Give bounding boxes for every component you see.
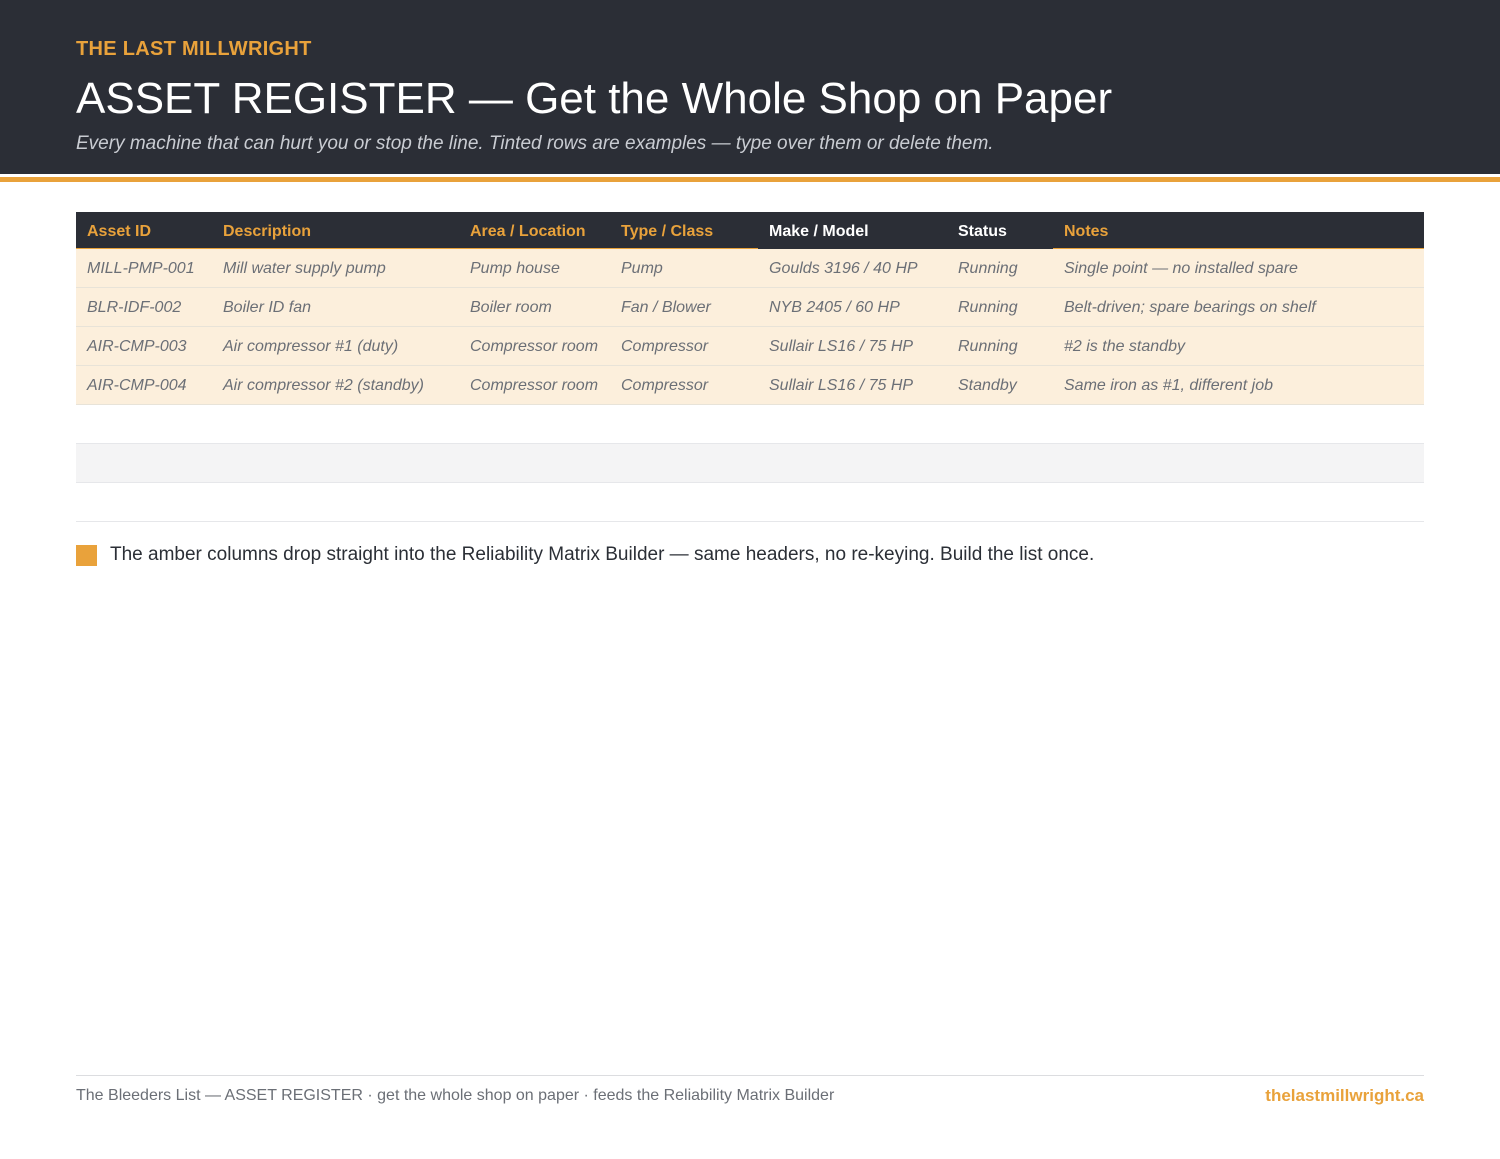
table-cell[interactable]: Running	[958, 288, 1018, 326]
amber-swatch-icon	[76, 545, 97, 566]
table-row[interactable]: MILL-PMP-001 Mill water supply pump Pump h…	[76, 249, 1424, 288]
column-header: Make / Model	[769, 223, 869, 240]
header-divider-amber	[0, 177, 1500, 182]
table-cell[interactable]: Air compressor #1 (duty)	[223, 327, 398, 365]
table-cell[interactable]: Compressor	[621, 366, 708, 404]
table-cell[interactable]: Goulds 3196 / 40 HP	[769, 249, 918, 287]
table-cell[interactable]: Standby	[958, 366, 1017, 404]
column-header: Type / Class	[621, 223, 714, 240]
footer-caption: The Bleeders List — ASSET REGISTER · get…	[76, 1087, 835, 1104]
empty-table-row[interactable]	[76, 483, 1424, 522]
table-body: MILL-PMP-001 Mill water supply pump Pump h…	[76, 249, 1424, 522]
footer-divider	[76, 1075, 1424, 1076]
page-title: ASSET REGISTER — Get the Whole Shop on P…	[76, 74, 1113, 123]
table-cell[interactable]: Mill water supply pump	[223, 249, 386, 287]
brand-name: THE LAST MILLWRIGHT	[76, 38, 312, 60]
table-row[interactable]: AIR-CMP-004 Air compressor #2 (standby) Co…	[76, 366, 1424, 405]
table-row[interactable]: AIR-CMP-003 Air compressor #1 (duty) Compr…	[76, 327, 1424, 366]
amber-columns-note: The amber columns drop straight into the…	[76, 544, 1424, 575]
column-header: Status	[958, 223, 1007, 240]
column-header: Description	[223, 223, 312, 240]
table-cell[interactable]: BLR-IDF-002	[87, 288, 181, 326]
table-cell[interactable]: Compressor room	[470, 366, 598, 404]
table-cell[interactable]: Pump	[621, 249, 663, 287]
table-cell[interactable]: Boiler room	[470, 288, 552, 326]
table-cell[interactable]: Air compressor #2 (standby)	[223, 366, 424, 404]
page-header: THE LAST MILLWRIGHT ASSET REGISTER — Get…	[0, 0, 1500, 174]
table-cell[interactable]: AIR-CMP-004	[87, 366, 187, 404]
table-cell[interactable]: Same iron as #1, different job	[1064, 366, 1273, 404]
table-cell[interactable]: Compressor	[621, 327, 708, 365]
table-cell[interactable]: MILL-PMP-001	[87, 249, 195, 287]
table-cell[interactable]: #2 is the standby	[1064, 327, 1185, 365]
table-cell[interactable]: Running	[958, 249, 1018, 287]
table-cell[interactable]: Single point — no installed spare	[1064, 249, 1298, 287]
table-row[interactable]: BLR-IDF-002 Boiler ID fan Boiler room Fan /…	[76, 288, 1424, 327]
table-cell[interactable]: Running	[958, 327, 1018, 365]
empty-table-row[interactable]	[76, 405, 1424, 444]
table-cell[interactable]: Boiler ID fan	[223, 288, 311, 326]
table-cell[interactable]: Sullair LS16 / 75 HP	[769, 366, 913, 404]
table-cell[interactable]: NYB 2405 / 60 HP	[769, 288, 900, 326]
table-header-row: Asset ID Description Area / Location Type /…	[76, 212, 1424, 251]
table-cell[interactable]: Belt-driven; spare bearings on shelf	[1064, 288, 1316, 326]
footer-website-link[interactable]: thelastmillwright.ca	[1265, 1086, 1424, 1106]
column-header: Notes	[1064, 223, 1109, 240]
page-subtitle: Every machine that can hurt you or stop …	[76, 133, 994, 154]
table-cell[interactable]: Pump house	[470, 249, 560, 287]
table-cell[interactable]: Compressor room	[470, 327, 598, 365]
column-header: Asset ID	[87, 223, 152, 240]
table-cell[interactable]: AIR-CMP-003	[87, 327, 187, 365]
empty-table-row[interactable]	[76, 444, 1424, 483]
column-header: Area / Location	[470, 223, 586, 240]
asset-register-table: Asset ID Description Area / Location Type /…	[76, 212, 1424, 522]
table-cell[interactable]: Fan / Blower	[621, 288, 711, 326]
table-cell[interactable]: Sullair LS16 / 75 HP	[769, 327, 913, 365]
note-text: The amber columns drop straight into the…	[110, 544, 1095, 565]
